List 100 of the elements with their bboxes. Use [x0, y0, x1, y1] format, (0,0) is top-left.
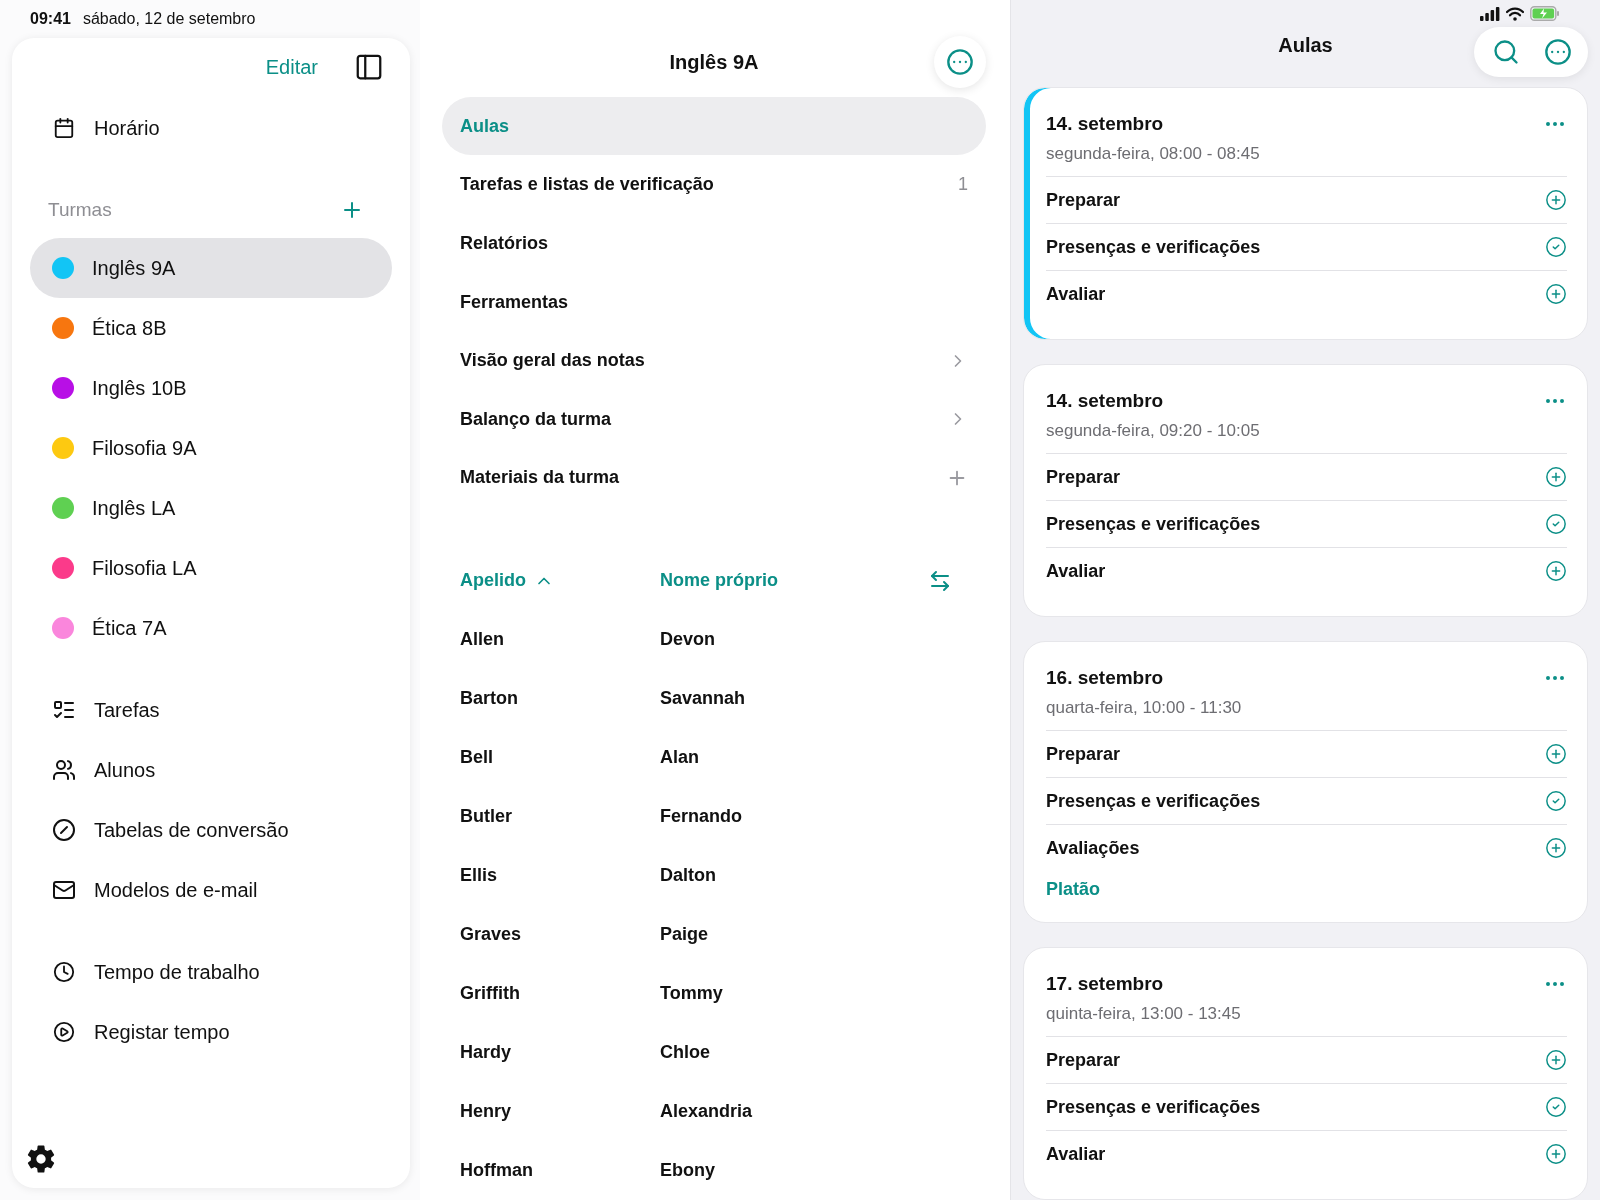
- menu-item[interactable]: Tarefas e listas de verificação 1: [442, 155, 986, 215]
- last-name-cell-text: Hoffman: [460, 1160, 534, 1181]
- lesson-action[interactable]: Preparar: [1046, 466, 1121, 488]
- first-name-cell-text: Chloe: [660, 1041, 711, 1063]
- plus-circle-icon[interactable]: [1545, 560, 1567, 582]
- check-circle-icon[interactable]: [1545, 513, 1567, 535]
- lesson-action[interactable]: Avaliações: [1046, 837, 1140, 859]
- lesson-action[interactable]: Preparar: [1046, 189, 1121, 211]
- lesson-action[interactable]: Presenças e verificações: [1046, 1096, 1261, 1118]
- play-icon: [52, 1021, 76, 1043]
- last-name-cell-text: Henry: [460, 1101, 513, 1122]
- task-count: 1: [958, 174, 968, 196]
- panel-title: Aulas: [1278, 33, 1333, 57]
- sidebar-item[interactable]: Alunos: [30, 740, 392, 800]
- class-item[interactable]: Inglês 9A: [30, 238, 392, 298]
- more-icon: [946, 48, 974, 76]
- mail-icon: [52, 878, 76, 902]
- first-name-cell-text: Savannah: [660, 687, 747, 709]
- battery-icon: [1530, 6, 1560, 22]
- last-name-cell-text: Ellis: [460, 864, 499, 886]
- lesson-time: segunda-feira, 08:00 - 08:45: [1046, 144, 1567, 177]
- class-item[interactable]: Inglês 10B: [30, 358, 392, 418]
- menu-item[interactable]: Balanço da turma: [442, 390, 986, 449]
- lesson-date: 14. setembro: [1046, 390, 1164, 412]
- lesson-action[interactable]: Preparar: [1046, 743, 1121, 765]
- last-name-cell-text: Butler: [460, 805, 513, 827]
- lesson-action[interactable]: Presenças e verificações: [1046, 236, 1261, 258]
- plus-circle-icon[interactable]: [1545, 189, 1567, 211]
- settings-icon[interactable]: [26, 1144, 56, 1174]
- wifi-icon: [1506, 6, 1524, 21]
- menu-item[interactable]: Ferramentas: [442, 272, 986, 332]
- lesson-date: 16. setembro: [1046, 667, 1164, 689]
- lesson-action[interactable]: Avaliar: [1046, 283, 1106, 305]
- sidebar-item[interactable]: Tempo de trabalho: [30, 942, 392, 1002]
- first-name-cell-text: Paige: [660, 923, 710, 945]
- lesson-date: 14. setembro: [1046, 113, 1164, 135]
- first-name-cell-text: Tommy: [660, 982, 724, 1004]
- status-time: 09:41: [30, 10, 71, 28]
- class-item[interactable]: Ética 7A: [30, 598, 392, 658]
- lesson-tag[interactable]: Platão: [1046, 879, 1567, 900]
- first-name-cell-text: Dalton: [660, 864, 717, 886]
- lesson-time: quarta-feira, 10:00 - 11:30: [1046, 698, 1567, 731]
- lesson-action[interactable]: Presenças e verificações: [1046, 790, 1261, 812]
- people-icon: [52, 758, 76, 782]
- class-item[interactable]: Filosofia LA: [30, 538, 392, 598]
- sidebar-item[interactable]: Tarefas: [30, 680, 392, 740]
- menu-item[interactable]: Visão geral das notas: [442, 331, 986, 390]
- sidebar-item[interactable]: Horário: [30, 98, 392, 158]
- lesson-card[interactable]: 17. setembro quinta-feira, 13:00 - 13:45 Preparar Presenças e verificações Avaliar: [1023, 947, 1588, 1200]
- plus-circle-icon[interactable]: [1545, 837, 1567, 859]
- sidebar-toggle-icon[interactable]: [354, 52, 384, 82]
- lesson-action[interactable]: Avaliar: [1046, 560, 1106, 582]
- lesson-date: 17. setembro: [1046, 973, 1164, 995]
- plus-circle-icon[interactable]: [1545, 1049, 1567, 1071]
- last-name-cell-text: Barton: [460, 687, 519, 709]
- slashed-circle-icon: [52, 818, 76, 842]
- menu-item[interactable]: Relatórios: [442, 214, 986, 273]
- plus-circle-icon[interactable]: [1545, 1143, 1567, 1165]
- lesson-card[interactable]: 14. setembro segunda-feira, 08:00 - 08:45 Preparar Presenças e verificações Avaliar: [1023, 87, 1588, 340]
- lesson-time: segunda-feira, 09:20 - 10:05: [1046, 421, 1567, 454]
- sidebar-item[interactable]: Tabelas de conversão: [30, 800, 392, 860]
- plus-circle-icon[interactable]: [1545, 466, 1567, 488]
- edit-button[interactable]: Editar: [265, 55, 318, 79]
- status-date: sábado, 12 de setembro: [82, 10, 256, 28]
- sidebar-item[interactable]: Registar tempo: [30, 1002, 392, 1062]
- plus-circle-icon[interactable]: [1545, 743, 1567, 765]
- lesson-time: quinta-feira, 13:00 - 13:45: [1046, 1004, 1567, 1037]
- more-icon[interactable]: [1544, 38, 1572, 67]
- last-name-cell-text: Graves: [460, 923, 523, 945]
- check-circle-icon[interactable]: [1545, 1096, 1567, 1118]
- class-item[interactable]: Filosofia 9A: [30, 418, 392, 478]
- page-title: Inglês 9A: [669, 50, 759, 74]
- clock-icon: [52, 961, 76, 983]
- last-name-cell-text: Griffith: [460, 982, 521, 1004]
- last-name-cell-text: Hardy: [460, 1041, 513, 1063]
- more-button[interactable]: [934, 36, 986, 88]
- calendar-icon: [52, 117, 76, 139]
- sort-header[interactable]: Apelido: [460, 570, 554, 592]
- lesson-card[interactable]: 14. setembro segunda-feira, 09:20 - 10:05 Preparar Presenças e verificações Avaliar: [1023, 364, 1588, 617]
- check-circle-icon[interactable]: [1545, 236, 1567, 258]
- lesson-action[interactable]: Avaliar: [1046, 1143, 1106, 1165]
- first-name-cell-text: Fernando: [660, 805, 743, 827]
- signal-icon: [1480, 6, 1500, 21]
- menu-item[interactable]: Materiais da turma: [442, 448, 986, 508]
- first-name-cell-text: Alexandria: [660, 1101, 754, 1122]
- class-item[interactable]: Inglês LA: [30, 478, 392, 538]
- first-name-cell-text: Devon: [660, 628, 716, 650]
- class-item[interactable]: Ética 8B: [30, 298, 392, 358]
- lesson-card[interactable]: 16. setembro quarta-feira, 10:00 - 11:30 Preparar Presenças e verificações Avaliações Platão: [1023, 641, 1588, 923]
- check-circle-icon[interactable]: [1545, 790, 1567, 812]
- first-name-cell-text: Ebony: [660, 1160, 716, 1181]
- last-name-cell-text: Bell: [460, 746, 494, 768]
- search-icon[interactable]: [1492, 38, 1520, 67]
- last-name-cell-text: Allen: [460, 628, 505, 650]
- plus-circle-icon[interactable]: [1545, 283, 1567, 305]
- first-name-cell-text: Alan: [660, 746, 700, 768]
- sidebar-item[interactable]: Modelos de e-mail: [30, 860, 392, 920]
- sort-header[interactable]: Nome próprio: [660, 570, 778, 592]
- lesson-action[interactable]: Presenças e verificações: [1046, 513, 1261, 535]
- lesson-action[interactable]: Preparar: [1046, 1049, 1121, 1071]
